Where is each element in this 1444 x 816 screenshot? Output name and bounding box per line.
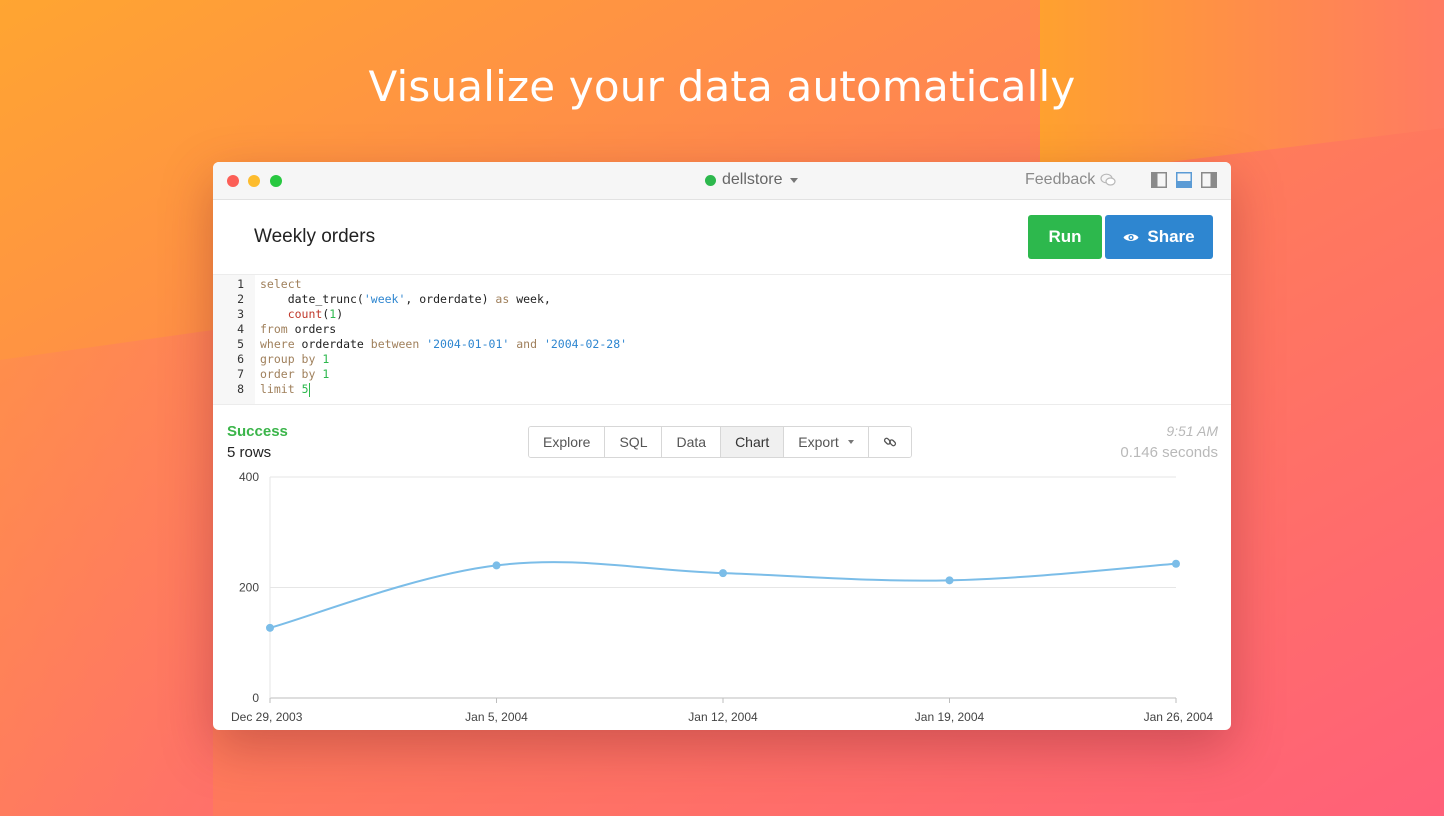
run-button-label: Run [1048, 227, 1082, 246]
page-headline: Visualize your data automatically [368, 62, 1076, 111]
feedback-bubble-icon [1100, 173, 1116, 186]
database-name: dellstore [722, 171, 783, 188]
code-text: select [260, 277, 302, 291]
code-line: 5 where orderdate between '2004-01-01' a… [213, 337, 627, 352]
run-time: 9:51 AM [1166, 423, 1218, 439]
database-selector[interactable]: dellstore [705, 171, 799, 189]
layout-bottom-panel-icon[interactable] [1176, 172, 1192, 188]
code-line: 4 from orders [213, 322, 627, 337]
tab-link[interactable] [868, 427, 911, 457]
share-button-label: Share [1147, 227, 1195, 246]
status-text: Success [227, 423, 288, 440]
line-number: 5 [237, 337, 244, 351]
line-chart: 0 200 400 Dec 29, 2003 Jan 5, 2004 Jan 12, 20… [231, 470, 1214, 724]
y-tick-label: 400 [239, 470, 259, 484]
layout-left-panel-icon[interactable] [1151, 172, 1167, 188]
code-line: 2 date_trunc('week', orderdate) as week, [213, 292, 627, 307]
code-text: date_trunc('week', orderdate) as week, [260, 292, 551, 306]
feedback-link[interactable]: Feedback [1025, 171, 1116, 189]
minimize-window-button[interactable] [248, 175, 260, 187]
code-line: 3 count(1) [213, 307, 627, 322]
data-point [266, 623, 274, 632]
data-point [1172, 559, 1180, 568]
line-number: 2 [237, 292, 244, 306]
tab-export[interactable]: Export [784, 427, 869, 457]
code-line: 8 limit 5 [213, 382, 627, 397]
data-point [945, 576, 954, 585]
x-tick-label: Dec 29, 2003 [231, 710, 303, 724]
y-tick-label: 0 [252, 691, 259, 705]
line-number: 8 [237, 382, 244, 396]
code-text: where orderdate between '2004-01-01' and… [260, 337, 628, 351]
code-text: count(1) [287, 307, 344, 321]
maximize-window-button[interactable] [270, 175, 282, 187]
code-block: 1 select 2 date_trunc('week', orderdate)… [213, 277, 627, 397]
code-text: group by 1 [260, 352, 330, 366]
line-number: 1 [237, 277, 244, 291]
y-tick-label: 200 [239, 581, 259, 595]
code-line: 6 group by 1 [213, 352, 627, 367]
sql-editor[interactable]: 1 select 2 date_trunc('week', orderdate)… [213, 275, 1231, 405]
code-text: limit 5 [260, 382, 310, 397]
x-tick-label: Jan 5, 2004 [465, 710, 528, 724]
view-tabs: Explore SQL Data Chart Export [528, 426, 912, 458]
text-cursor [308, 382, 310, 397]
connection-status-dot [705, 174, 716, 186]
link-icon [883, 437, 896, 447]
feedback-label: Feedback [1025, 171, 1096, 188]
code-line: 1 select [213, 277, 627, 292]
title-bar: dellstore Feedback [213, 162, 1231, 200]
results-panel: Success 5 rows Explore SQL Data Chart Ex… [213, 405, 1231, 730]
x-tick-label: Jan 12, 2004 [688, 710, 758, 724]
line-number: 7 [237, 367, 244, 381]
code-text: from orders [260, 322, 337, 336]
code-line: 7 order by 1 [213, 367, 627, 382]
line-number: 6 [237, 352, 244, 366]
tab-chart[interactable]: Chart [721, 427, 785, 457]
close-window-button[interactable] [227, 175, 239, 187]
line-number: 4 [237, 322, 244, 336]
tab-explore[interactable]: Explore [529, 427, 606, 457]
tab-data[interactable]: Data [662, 427, 722, 457]
chevron-down-icon [790, 177, 799, 183]
share-button[interactable]: Share [1105, 215, 1213, 259]
x-tick-label: Jan 26, 2004 [1144, 710, 1214, 724]
query-header: Weekly orders Run Share [213, 200, 1231, 275]
layout-right-panel-icon[interactable] [1201, 172, 1217, 188]
eye-icon [1123, 233, 1139, 241]
run-duration: 0.146 seconds [1120, 444, 1218, 461]
row-count: 5 rows [227, 444, 272, 461]
line-number: 3 [237, 307, 244, 321]
data-point [719, 569, 727, 578]
code-text: order by 1 [260, 367, 330, 381]
app-window: dellstore Feedback Weekly orders Run Sha… [213, 162, 1231, 730]
run-button[interactable]: Run [1028, 215, 1102, 259]
query-title[interactable]: Weekly orders [254, 226, 375, 248]
chevron-down-icon [847, 440, 854, 444]
x-tick-label: Jan 19, 2004 [915, 710, 985, 724]
data-point [492, 561, 501, 570]
tab-sql[interactable]: SQL [605, 427, 663, 457]
